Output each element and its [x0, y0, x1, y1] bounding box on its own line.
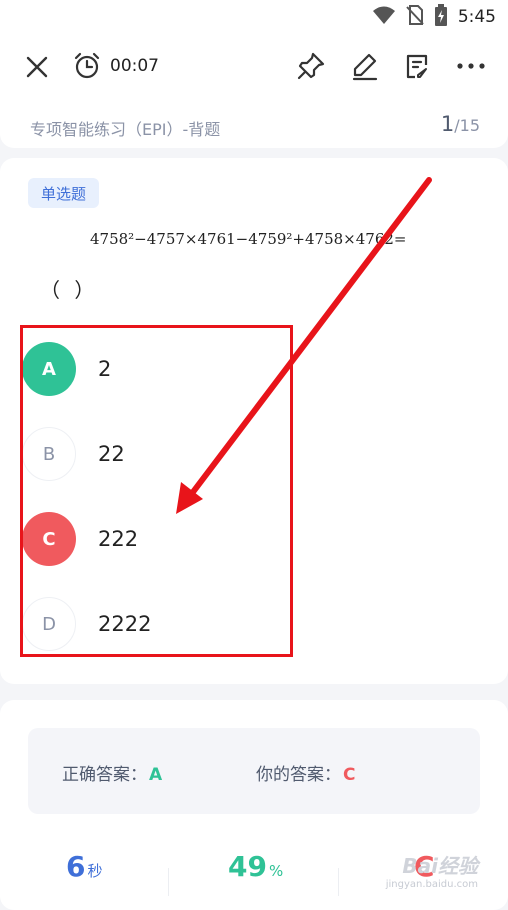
correct-answer-value: A	[149, 765, 163, 785]
watermark-url: jingyan.baidu.com	[385, 879, 478, 890]
your-answer: 你的答案： C	[256, 760, 355, 785]
watermark-logo: Bai经验	[402, 854, 478, 878]
correct-answer-label: 正确答案：	[62, 765, 147, 785]
stat-divider	[338, 868, 339, 896]
stat-time-value: 6	[66, 850, 86, 883]
stat-accuracy-unit: %	[268, 862, 284, 880]
correct-answer: 正确答案： A	[62, 760, 162, 785]
stat-divider	[168, 868, 169, 896]
your-answer-label: 你的答案：	[256, 765, 341, 785]
stat-accuracy-value: 49	[228, 850, 267, 883]
stat-accuracy: 49%	[228, 850, 283, 883]
result-card: 正确答案： A 你的答案： C 6秒 49% C Bai经验 jingyan.bai…	[0, 700, 508, 910]
stat-time: 6秒	[66, 850, 103, 883]
watermark: Bai经验 jingyan.baidu.com	[386, 850, 478, 890]
answer-summary: 正确答案： A 你的答案： C	[28, 728, 480, 814]
stat-time-unit: 秒	[87, 862, 103, 880]
your-answer-value: C	[343, 765, 356, 785]
